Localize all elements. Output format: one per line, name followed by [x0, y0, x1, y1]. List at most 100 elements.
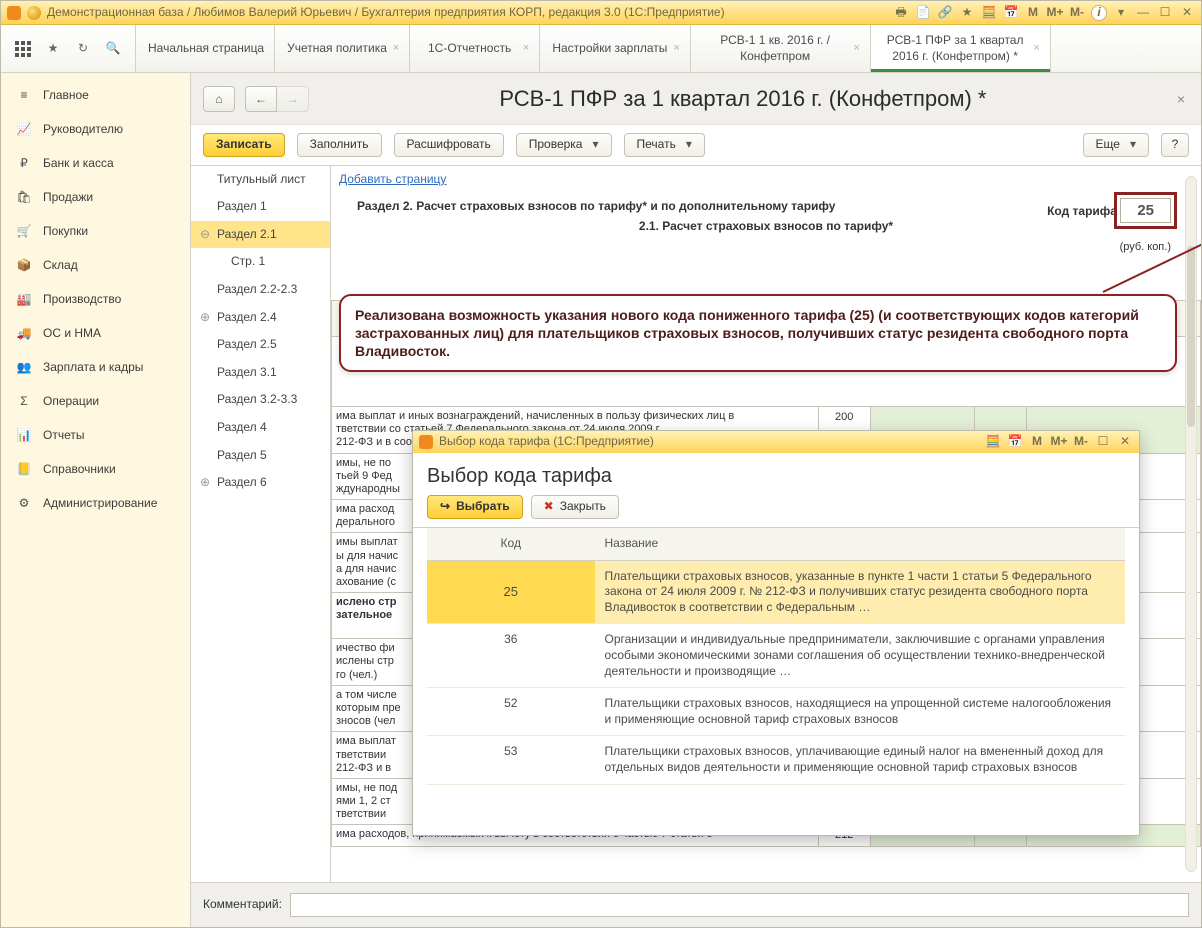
close-icon[interactable]: ×	[1033, 41, 1039, 55]
table-row[interactable]: 25 Плательщики страховых взносов, указан…	[427, 560, 1125, 624]
write-button[interactable]: Записать	[203, 133, 285, 157]
calendar-icon[interactable]: 📅	[1007, 434, 1023, 450]
cell-name: Организации и индивидуальные предпринима…	[595, 624, 1125, 688]
search-icon[interactable]: 🔍	[103, 39, 123, 59]
sidebar-item-manager[interactable]: 📈Руководителю	[1, 113, 190, 147]
close-button[interactable]: ✖Закрыть	[531, 495, 619, 519]
history-icon[interactable]: ↻	[73, 39, 93, 59]
link-icon[interactable]: 🔗	[937, 5, 953, 21]
select-button[interactable]: ↪Выбрать	[427, 495, 523, 519]
box-icon: 📦	[15, 257, 33, 275]
modal-body[interactable]: Код Название 25 Плательщики страховых вз…	[413, 528, 1139, 835]
close-icon[interactable]: ×	[853, 41, 859, 55]
close-page-button[interactable]: ×	[1177, 90, 1185, 108]
nav-section-2-2-2-3[interactable]: Раздел 2.2-2.3	[191, 276, 330, 304]
tab-accounting-policy[interactable]: Учетная политика×	[275, 25, 410, 72]
apps-icon[interactable]	[13, 39, 33, 59]
calc-icon[interactable]: 🧮	[981, 5, 997, 21]
feature-callout: Реализована возможность указания нового …	[339, 294, 1177, 373]
close-icon[interactable]: ×	[673, 41, 679, 55]
tab-1c-reporting[interactable]: 1С-Отчетность×	[410, 25, 540, 72]
cell-code: 36	[427, 624, 595, 688]
print-button[interactable]: Печать▾	[624, 133, 705, 157]
sidebar-item-label: Продажи	[43, 190, 93, 206]
decipher-button[interactable]: Расшифровать	[394, 133, 504, 157]
dropdown-icon[interactable]: ▾	[1113, 5, 1129, 21]
info-icon[interactable]: i	[1091, 5, 1107, 21]
nav-section-1[interactable]: Раздел 1	[191, 193, 330, 221]
collapse-icon[interactable]: ⊖	[199, 227, 211, 243]
check-button[interactable]: Проверка▾	[516, 133, 612, 157]
help-button[interactable]: ?	[1161, 133, 1189, 157]
minimize-button[interactable]: —	[1135, 5, 1151, 21]
sidebar-item-purchases[interactable]: 🛒Покупки	[1, 215, 190, 249]
add-page-link[interactable]: Добавить страницу	[331, 166, 454, 194]
sidebar-item-reports[interactable]: 📊Отчеты	[1, 419, 190, 453]
close-icon[interactable]: ×	[523, 41, 529, 55]
back-button[interactable]: ←	[245, 86, 277, 112]
memory-m-plus[interactable]: M+	[1047, 5, 1063, 21]
close-modal-button[interactable]: ✕	[1117, 434, 1133, 450]
memory-m-minus[interactable]: M-	[1069, 5, 1085, 21]
table-row[interactable]: 36 Организации и индивидуальные предприн…	[427, 624, 1125, 688]
sidebar-item-label: Склад	[43, 258, 78, 274]
expand-icon[interactable]: ⊕	[199, 475, 211, 491]
nav-section-3-1[interactable]: Раздел 3.1	[191, 359, 330, 387]
fill-button[interactable]: Заполнить	[297, 133, 382, 157]
nav-section-5[interactable]: Раздел 5	[191, 442, 330, 470]
memory-m-plus[interactable]: M+	[1051, 434, 1067, 450]
page-header: ⌂ ← → РСВ-1 ПФР за 1 квартал 2016 г. (Ко…	[191, 73, 1201, 125]
expand-icon[interactable]: ⊕	[199, 310, 211, 326]
close-window-button[interactable]: ✕	[1179, 5, 1195, 21]
calendar-icon[interactable]: 📅	[1003, 5, 1019, 21]
sidebar-item-catalogs[interactable]: 📒Справочники	[1, 453, 190, 487]
nav-section-2-4[interactable]: ⊕Раздел 2.4	[191, 304, 330, 332]
screenshot-icon[interactable]: 📄	[915, 5, 931, 21]
ruble-icon: ₽	[15, 155, 33, 173]
tariff-code-input[interactable]: 25	[1120, 198, 1171, 224]
cell-code: 53	[427, 736, 595, 784]
vertical-scrollbar[interactable]	[1185, 176, 1197, 872]
nav-section-6[interactable]: ⊕Раздел 6	[191, 469, 330, 497]
sidebar-item-hr[interactable]: 👥Зарплата и кадры	[1, 351, 190, 385]
nav-title-page[interactable]: Титульный лист	[191, 166, 330, 194]
tab-rsv-report[interactable]: РСВ-1 ПФР за 1 квартал 2016 г. (Конфетпр…	[871, 25, 1051, 72]
sidebar-item-assets[interactable]: 🚚ОС и НМА	[1, 317, 190, 351]
sidebar-item-bank[interactable]: ₽Банк и касса	[1, 147, 190, 181]
memory-m[interactable]: M	[1025, 5, 1041, 21]
calc-icon[interactable]: 🧮	[985, 434, 1001, 450]
print-icon[interactable]: 🖶	[893, 5, 909, 21]
scroll-thumb[interactable]	[1187, 246, 1195, 427]
maximize-button[interactable]: ☐	[1157, 5, 1173, 21]
more-button[interactable]: Еще▾	[1083, 133, 1149, 157]
nav-section-4[interactable]: Раздел 4	[191, 414, 330, 442]
nav-section-2-5[interactable]: Раздел 2.5	[191, 331, 330, 359]
table-row[interactable]: 53 Плательщики страховых взносов, уплачи…	[427, 736, 1125, 784]
nav-page-1[interactable]: Стр. 1	[191, 248, 330, 276]
app-logo-icon	[419, 435, 433, 449]
sidebar-item-stock[interactable]: 📦 Склад	[1, 249, 190, 283]
sidebar-item-production[interactable]: 🏭Производство	[1, 283, 190, 317]
tariff-code-label: Код тарифа	[1047, 204, 1117, 218]
tab-rsv-list[interactable]: РСВ-1 1 кв. 2016 г. / Конфетпром×	[691, 25, 871, 72]
sidebar-item-main[interactable]: ≡Главное	[1, 79, 190, 113]
close-icon[interactable]: ×	[393, 41, 399, 55]
col-name: Название	[595, 528, 1125, 560]
table-row[interactable]: 52 Плательщики страховых взносов, находя…	[427, 688, 1125, 736]
sidebar-item-admin[interactable]: ⚙Администрирование	[1, 487, 190, 521]
memory-m-minus[interactable]: M-	[1073, 434, 1089, 450]
home-button[interactable]: ⌂	[203, 86, 235, 112]
sidebar-item-operations[interactable]: ΣОперации	[1, 385, 190, 419]
book-icon: 📒	[15, 461, 33, 479]
tariff-table: Код Название 25 Плательщики страховых вз…	[427, 528, 1125, 785]
nav-section-2-1[interactable]: ⊖Раздел 2.1	[191, 221, 330, 249]
nav-section-3-2-3-3[interactable]: Раздел 3.2-3.3	[191, 386, 330, 414]
fav-icon[interactable]: ★	[959, 5, 975, 21]
sidebar-item-sales[interactable]: 🛍Продажи	[1, 181, 190, 215]
memory-m[interactable]: M	[1029, 434, 1045, 450]
tab-home[interactable]: Начальная страница	[136, 25, 275, 72]
star-icon[interactable]: ★	[43, 39, 63, 59]
maximize-button[interactable]: ☐	[1095, 434, 1111, 450]
comment-input[interactable]	[290, 893, 1189, 917]
tab-salary-settings[interactable]: Настройки зарплаты×	[540, 25, 691, 72]
